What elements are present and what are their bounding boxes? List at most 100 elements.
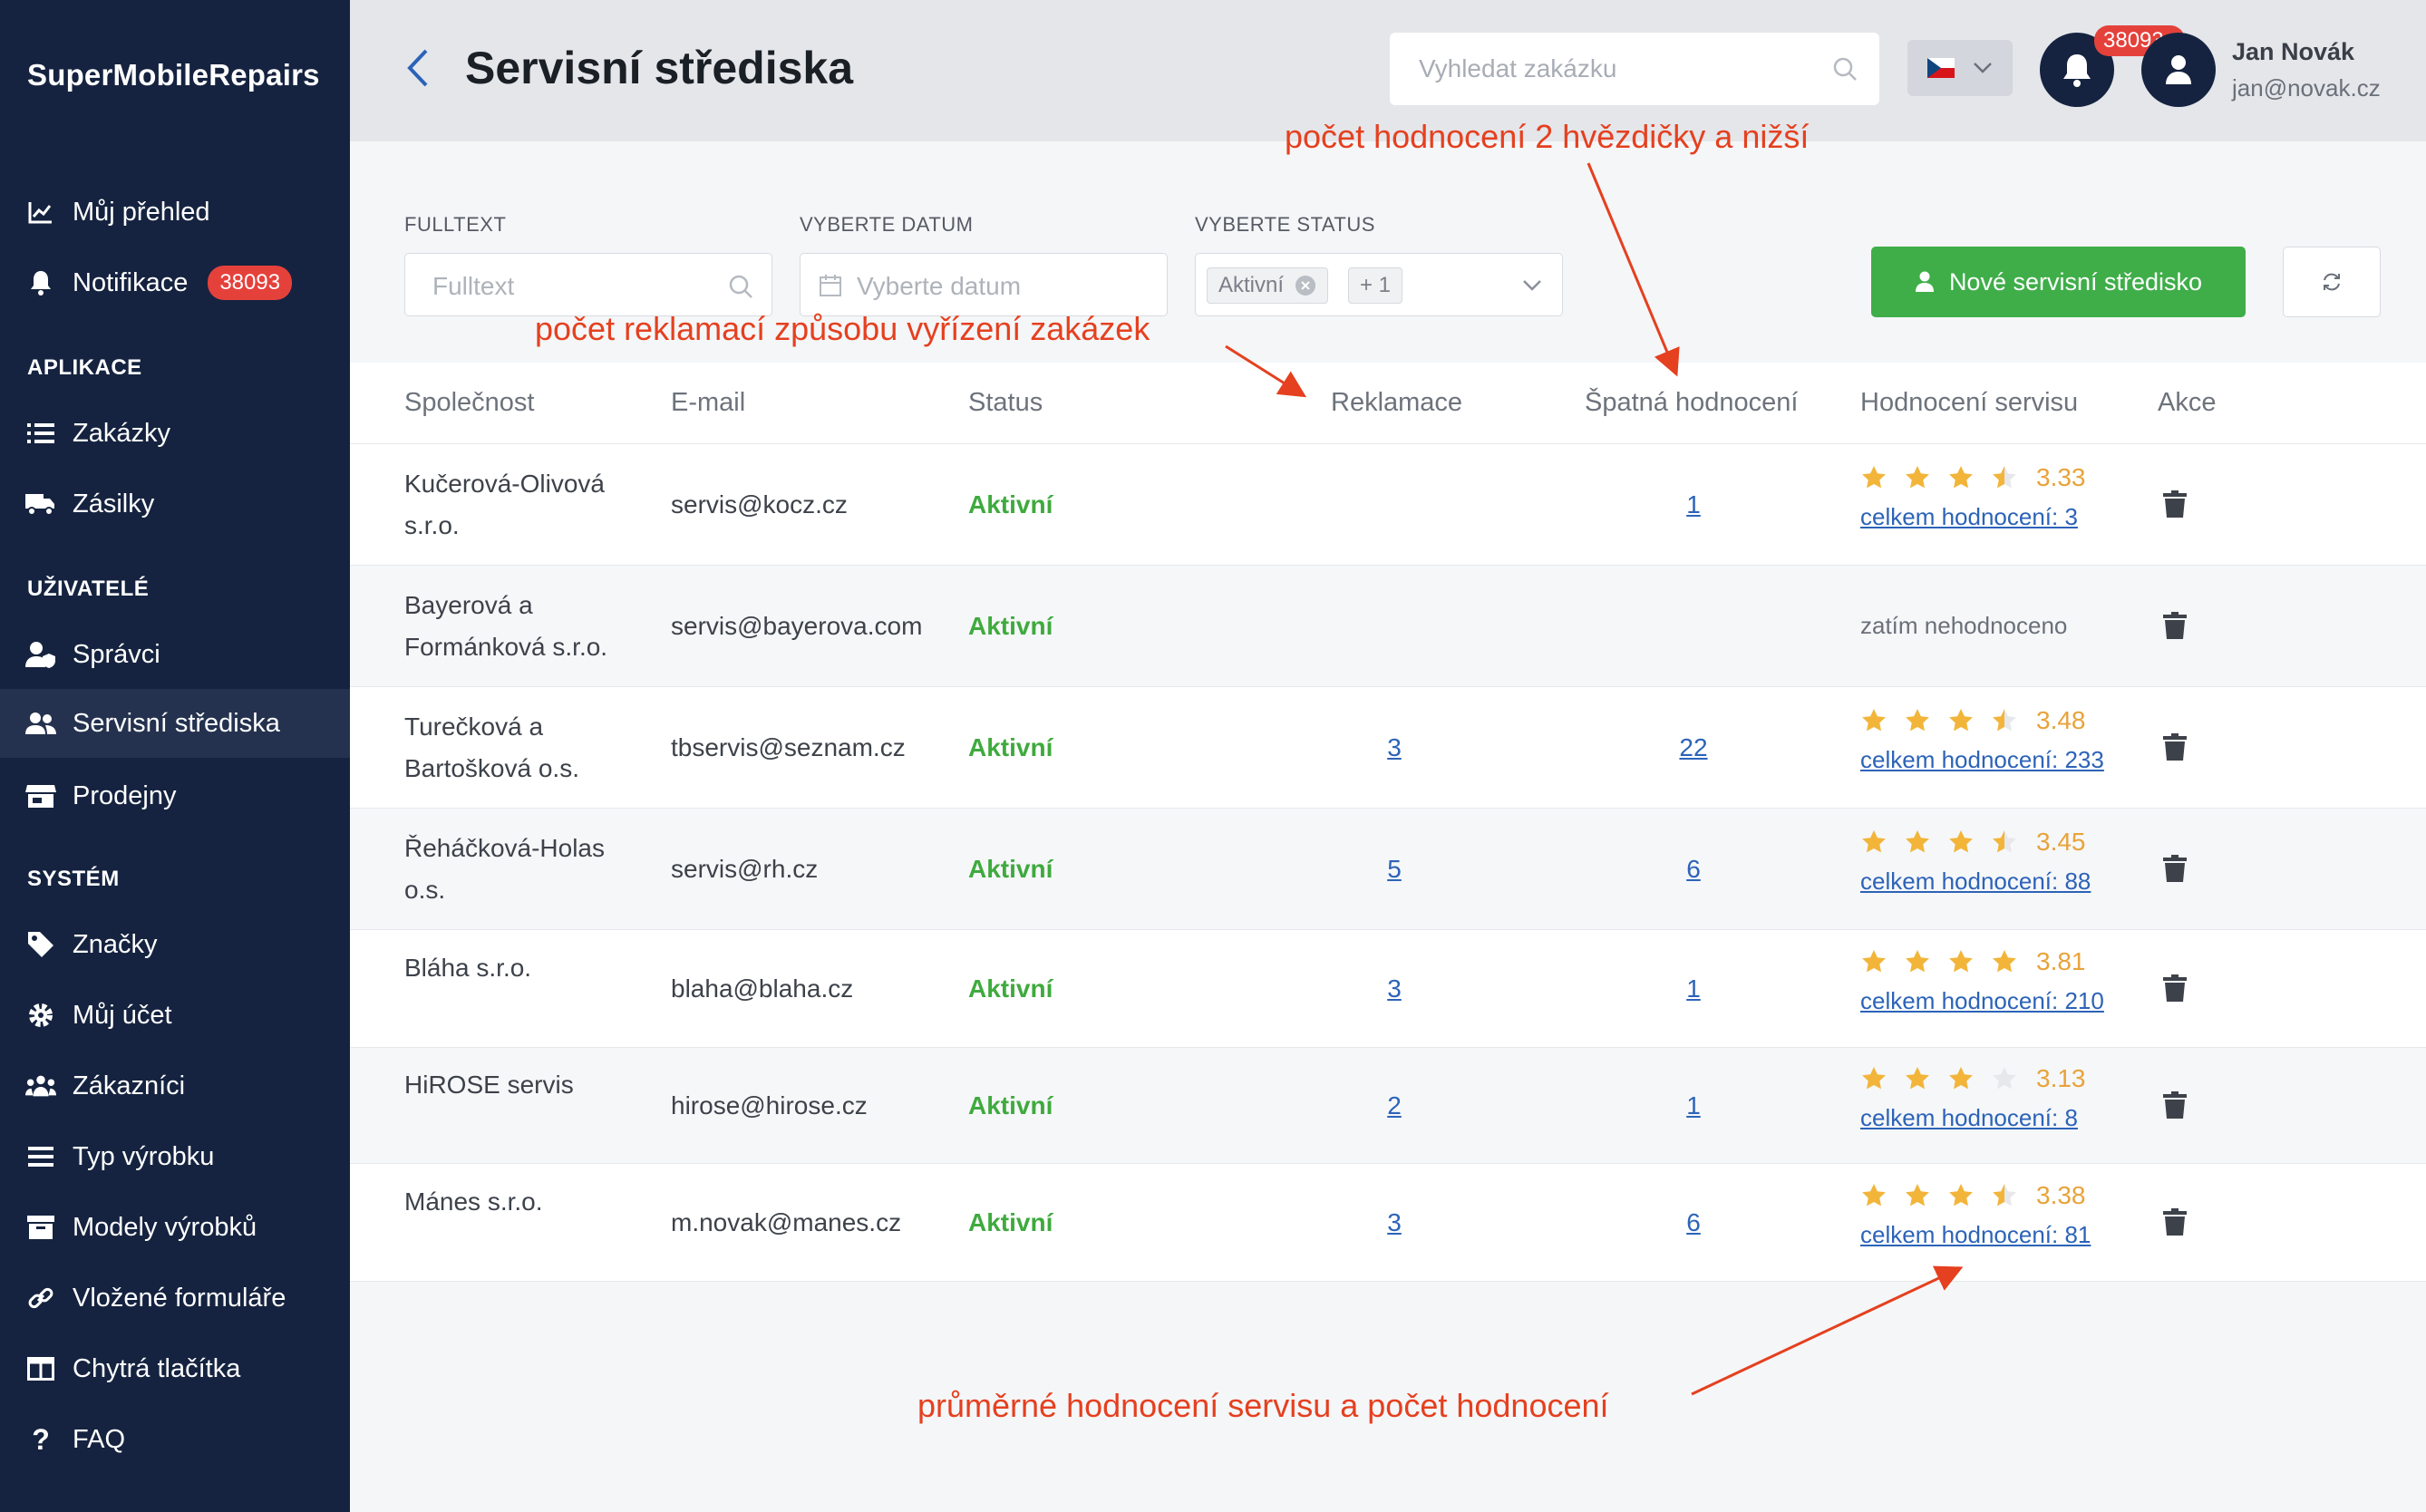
sidebar-item-label: Vložené formuláře	[73, 1283, 286, 1313]
col-email[interactable]: E-mail	[671, 388, 745, 418]
sidebar-item-account[interactable]: Můj účet	[0, 981, 350, 1050]
claims-link[interactable]: 3	[1367, 974, 1422, 1003]
sidebar-item-admins[interactable]: Správci	[0, 620, 350, 689]
star-icon	[1949, 1067, 1973, 1090]
total-ratings-link[interactable]: celkem hodnocení: 88	[1860, 867, 2091, 896]
total-ratings-link[interactable]: celkem hodnocení: 8	[1860, 1104, 2086, 1132]
back-button[interactable]	[404, 45, 432, 95]
rating-block: 3.45 celkem hodnocení: 88	[1860, 828, 2091, 896]
refresh-button[interactable]	[2283, 247, 2381, 317]
col-company[interactable]: Společnost	[404, 388, 535, 418]
avatar[interactable]	[2141, 33, 2216, 107]
rating-value: 3.38	[2036, 1181, 2086, 1209]
rating-stars: 3.45	[1860, 828, 2091, 857]
sidebar-item-label: Modely výrobků	[73, 1212, 257, 1242]
language-select[interactable]	[1907, 40, 2013, 96]
delete-button[interactable]	[2163, 1208, 2187, 1242]
user-email: jan@novak.cz	[2232, 74, 2381, 102]
table-row: HiROSE servis hirose@hirose.cz Aktivní 2 1 3…	[350, 1048, 2426, 1164]
status-badge: Aktivní	[968, 855, 1053, 883]
sidebar-item-brands[interactable]: Značky	[0, 910, 350, 979]
star-icon	[1993, 1067, 2016, 1090]
total-ratings-link[interactable]: celkem hodnocení: 233	[1860, 746, 2104, 774]
email-cell: tbservis@seznam.cz	[671, 733, 906, 761]
sidebar-item-stores[interactable]: Prodejny	[0, 761, 350, 830]
star-icon	[1906, 1067, 1929, 1090]
sidebar-item-orders[interactable]: Zakázky	[0, 399, 350, 468]
sidebar-item-smart-buttons[interactable]: Chytrá tlačítka	[0, 1334, 350, 1403]
bad-ratings-link[interactable]: 1	[1666, 490, 1721, 519]
unrated-text: zatím nehodnoceno	[1860, 612, 2068, 639]
date-input[interactable]: Vyberte datum	[800, 253, 1168, 316]
sidebar-item-overview[interactable]: Můj přehled	[0, 178, 350, 247]
col-bad-ratings[interactable]: Špatná hodnocení	[1585, 388, 1798, 418]
sidebar: SuperMobileRepairs Můj přehled Notifikac…	[0, 0, 350, 1512]
claims-link[interactable]: 5	[1367, 855, 1422, 884]
status-select[interactable]: Aktivní + 1	[1195, 253, 1563, 316]
status-more-chip[interactable]: + 1	[1348, 267, 1403, 304]
table-row: Kučerová-Olivová s.r.o. servis@kocz.cz Akt…	[350, 444, 2426, 566]
delete-button[interactable]	[2163, 855, 2187, 888]
delete-button[interactable]	[2163, 612, 2187, 645]
order-search-input[interactable]: Vyhledat zakázku	[1390, 33, 1879, 105]
total-ratings-link[interactable]: celkem hodnocení: 210	[1860, 987, 2104, 1015]
bad-ratings-link[interactable]: 6	[1666, 855, 1721, 884]
bad-ratings-link[interactable]: 6	[1666, 1208, 1721, 1237]
bell-icon	[25, 267, 56, 298]
delete-button[interactable]	[2163, 974, 2187, 1008]
total-ratings-link[interactable]: celkem hodnocení: 3	[1860, 503, 2086, 531]
claims-link[interactable]: 3	[1367, 1208, 1422, 1237]
sidebar-item-embedded-forms[interactable]: Vložené formuláře	[0, 1264, 350, 1333]
user-icon	[2166, 55, 2191, 84]
trash-icon	[2163, 1208, 2187, 1236]
company-name: Řeháčková-Holas o.s.	[404, 834, 605, 904]
bad-ratings-link[interactable]: 1	[1666, 1091, 1721, 1120]
status-badge: Aktivní	[968, 733, 1053, 761]
app-logo[interactable]: SuperMobileRepairs	[27, 58, 320, 92]
sidebar-item-label: Servisní střediska	[73, 708, 280, 738]
sidebar-item-notifications[interactable]: Notifikace 38093	[0, 248, 350, 317]
status-badge: Aktivní	[968, 490, 1053, 519]
search-icon	[1833, 57, 1857, 81]
fulltext-input[interactable]: Fulltext	[404, 253, 772, 316]
delete-button[interactable]	[2163, 733, 2187, 767]
chart-line-icon	[25, 197, 56, 228]
sidebar-item-customers[interactable]: Zákazníci	[0, 1052, 350, 1120]
table-body: Kučerová-Olivová s.r.o. servis@kocz.cz Akt…	[350, 444, 2426, 1282]
bad-ratings-link[interactable]: 22	[1666, 733, 1721, 762]
sidebar-item-product-type[interactable]: Typ výrobku	[0, 1122, 350, 1191]
rating-block: 3.38 celkem hodnocení: 81	[1860, 1181, 2091, 1249]
rating-value: 3.33	[2036, 463, 2086, 491]
col-status[interactable]: Status	[968, 388, 1043, 418]
sidebar-item-shipments[interactable]: Zásilky	[0, 470, 350, 538]
col-service-rating[interactable]: Hodnocení servisu	[1860, 388, 2078, 418]
sidebar-item-service-centers[interactable]: Servisní střediska	[0, 689, 350, 758]
new-service-center-button[interactable]: Nové servisní středisko	[1871, 247, 2246, 317]
bad-ratings-link[interactable]: 1	[1666, 974, 1721, 1003]
search-placeholder: Vyhledat zakázku	[1419, 54, 1617, 82]
trash-icon	[2163, 974, 2187, 1002]
date-label: VYBERTE DATUM	[800, 213, 974, 236]
claims-link[interactable]: 2	[1367, 1091, 1422, 1120]
date-placeholder: Vyberte datum	[857, 272, 1022, 300]
table-row: Řeháčková-Holas o.s. servis@rh.cz Aktivní 5…	[350, 809, 2426, 930]
status-chip[interactable]: Aktivní	[1207, 267, 1329, 304]
list-icon	[25, 418, 56, 449]
rating-stars: 3.33	[1860, 463, 2086, 492]
trash-icon	[2163, 490, 2187, 518]
col-claims[interactable]: Reklamace	[1331, 388, 1462, 418]
company-name: Kučerová-Olivová s.r.o.	[404, 470, 605, 539]
sidebar-item-label: Můj přehled	[73, 197, 210, 227]
sidebar-item-faq[interactable]: ? FAQ	[0, 1405, 350, 1474]
total-ratings-link[interactable]: celkem hodnocení: 81	[1860, 1221, 2091, 1249]
delete-button[interactable]	[2163, 1091, 2187, 1125]
trash-icon	[2163, 612, 2187, 639]
sidebar-item-product-models[interactable]: Modely výrobků	[0, 1193, 350, 1262]
claims-link[interactable]: 3	[1367, 733, 1422, 762]
email-cell: blaha@blaha.cz	[671, 974, 854, 1003]
delete-button[interactable]	[2163, 490, 2187, 524]
rating-stars: 3.13	[1860, 1064, 2086, 1093]
star-icon	[1949, 830, 1973, 853]
star-icon	[1862, 1184, 1886, 1207]
refresh-icon	[2324, 273, 2340, 291]
